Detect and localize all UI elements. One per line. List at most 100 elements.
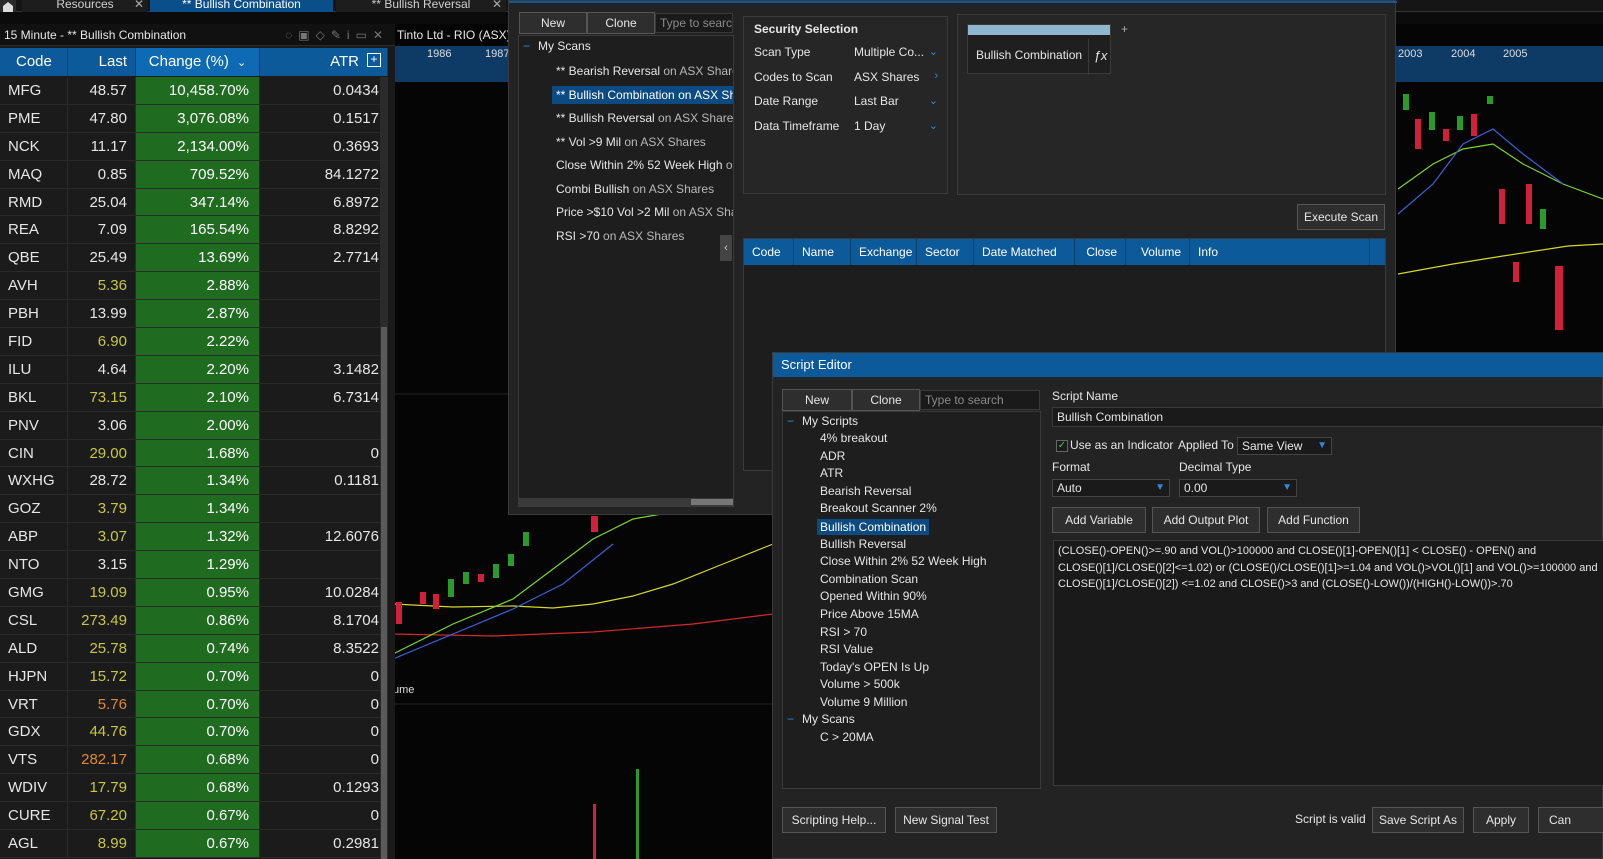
table-row[interactable]: BKL 73.15 2.10% 6.7314 (0, 383, 388, 412)
tree-item-script[interactable]: Bullish Combination (817, 519, 930, 535)
table-row[interactable]: MFG 48.57 10,458.70% 0.0434 (0, 77, 388, 105)
close-icon[interactable]: ✕ (492, 0, 502, 10)
column-header-change[interactable]: Change (%) ⌄ (136, 48, 260, 76)
use-indicator-checkbox[interactable]: ✓ (1056, 440, 1068, 452)
results-column-header[interactable]: Code (744, 239, 794, 265)
tab-resources[interactable]: Resources ✕ (22, 0, 148, 12)
window-icon[interactable]: ▭ (356, 28, 373, 42)
security-field-value[interactable]: Multiple Co... ⌄ (854, 45, 942, 59)
table-row[interactable]: CURE 67.20 0.67% 0 (0, 802, 388, 831)
collapse-icon[interactable]: − (787, 414, 794, 428)
script-code-editor[interactable]: (CLOSE()-OPEN()>=.90 and VOL()>100000 an… (1053, 540, 1603, 786)
tree-item-scan[interactable]: ** Vol >9 Mil on ASX Shares (556, 133, 706, 151)
table-row[interactable]: GMG 19.09 0.95% 10.0284 (0, 579, 388, 607)
table-row[interactable]: PBH 13.99 2.87% (0, 300, 388, 329)
tree-root-my-scans[interactable]: − My Scans (523, 39, 591, 53)
tree-item-script[interactable]: 4% breakout (820, 431, 887, 445)
clone-script-button[interactable]: Clone (852, 389, 920, 411)
results-column-header[interactable]: Info (1190, 239, 1370, 265)
table-row[interactable]: VRT 5.76 0.70% 0 (0, 690, 388, 719)
layers-icon[interactable]: ▣ (298, 28, 315, 42)
home-icon[interactable] (0, 0, 16, 12)
scrollbar-thumb[interactable] (691, 499, 733, 505)
collapse-panel-handle[interactable]: ‹ (720, 235, 732, 261)
decimal-type-select[interactable]: 0.00 ▼ (1179, 479, 1297, 497)
new-signal-test-button[interactable]: New Signal Test (895, 807, 997, 833)
cancel-button[interactable]: Can (1538, 807, 1603, 833)
table-row[interactable]: PME 47.80 3,076.08% 0.1517 (0, 104, 388, 133)
tree-item-script[interactable]: RSI > 70 (820, 625, 867, 639)
table-row[interactable]: QBE 25.49 13.69% 2.7714 (0, 244, 388, 273)
table-row[interactable]: CIN 29.00 1.68% 0 (0, 439, 388, 468)
tree-item-scan[interactable]: Price >$10 Vol >2 Mil on ASX Shares (556, 203, 733, 221)
table-row[interactable]: CSL 273.49 0.86% 8.1704 (0, 606, 388, 635)
table-row[interactable]: PNV 3.06 2.00% (0, 411, 388, 440)
tree-item-script[interactable]: Today's OPEN Is Up (820, 660, 929, 674)
tree-item-scan[interactable]: Combi Bullish on ASX Shares (556, 180, 714, 198)
tree-root-my-scans[interactable]: − My Scans (787, 712, 855, 726)
tree-item-script[interactable]: Volume > 500k (820, 677, 900, 691)
tree-item-script[interactable]: Bullish Reversal (820, 537, 906, 551)
tree-item-script[interactable]: ATR (820, 466, 843, 480)
table-row[interactable]: MAQ 0.85 709.52% 84.1272 (0, 160, 388, 189)
table-row[interactable]: REA 7.09 165.54% 8.8292 (0, 216, 388, 245)
tree-item-script[interactable]: Bearish Reversal (820, 484, 911, 498)
link-icon[interactable]: ◌ (285, 28, 298, 42)
collapse-icon[interactable]: − (523, 39, 530, 53)
tree-item-script[interactable]: ADR (820, 449, 845, 463)
results-column-header[interactable]: Sector (917, 239, 974, 265)
scripting-help-button[interactable]: Scripting Help... (782, 807, 886, 833)
tree-root-my-scripts[interactable]: − My Scripts (787, 414, 858, 428)
tab-bullish-reversal[interactable]: ** Bullish Reversal ✕ (336, 0, 506, 12)
column-header-last[interactable]: Last (68, 48, 136, 76)
scan-search-input[interactable]: Type to search (655, 13, 733, 33)
table-row[interactable]: AGL 8.99 0.67% 0.2981 (0, 830, 388, 858)
tree-item-script[interactable]: RSI Value (820, 642, 873, 656)
tree-item-script[interactable]: Close Within 2% 52 Week High (820, 554, 987, 568)
tree-item-script[interactable]: Price Above 15MA (820, 607, 919, 621)
add-variable-button[interactable]: Add Variable (1052, 507, 1146, 533)
table-row[interactable]: VTS 282.17 0.68% 0 (0, 746, 388, 775)
watchlist-scrollbar[interactable] (380, 77, 388, 859)
scrollbar-thumb[interactable] (381, 327, 387, 859)
close-icon[interactable]: ✕ (373, 28, 389, 42)
fx-icon[interactable]: ƒx (1088, 39, 1112, 75)
table-row[interactable]: RMD 25.04 347.14% 6.8972 (0, 188, 388, 217)
format-select[interactable]: Auto ▼ (1052, 479, 1170, 497)
table-row[interactable]: NTO 3.15 1.29% (0, 551, 388, 580)
tree-item-script[interactable]: Volume 9 Million (820, 695, 907, 709)
script-search-input[interactable]: Type to search (920, 390, 1040, 410)
results-column-header[interactable]: Date Matched (974, 239, 1075, 265)
close-icon[interactable]: ✕ (134, 0, 144, 10)
tree-item-script[interactable]: Breakout Scanner 2% (820, 501, 937, 515)
add-criteria-icon[interactable]: + (1121, 22, 1128, 36)
tree-scrollbar[interactable] (519, 498, 733, 506)
execute-scan-button[interactable]: Execute Scan (1297, 204, 1385, 230)
table-row[interactable]: NCK 11.17 2,134.00% 0.3693 (0, 132, 388, 161)
clone-scan-button[interactable]: Clone (587, 12, 655, 34)
add-column-icon[interactable]: + (367, 53, 381, 67)
apply-button[interactable]: Apply (1473, 807, 1529, 833)
tab-bullish-combination[interactable]: ** Bullish Combination (150, 0, 333, 12)
security-field-value[interactable]: 1 Day ⌄ (854, 119, 942, 133)
table-row[interactable]: ABP 3.07 1.32% 12.6076 (0, 523, 388, 552)
security-field-value[interactable]: ASX Shares › (854, 70, 942, 84)
tree-item-scan[interactable]: ** Bearish Reversal on ASX Shares (556, 62, 733, 80)
table-row[interactable]: ALD 25.78 0.74% 8.3522 (0, 634, 388, 663)
tree-item-script[interactable]: Combination Scan (820, 572, 918, 586)
column-header-code[interactable]: Code (0, 48, 68, 76)
new-scan-button[interactable]: New (519, 12, 587, 34)
security-field-value[interactable]: Last Bar ⌄ (854, 94, 942, 108)
tree-item-scan[interactable]: Close Within 2% 52 Week High on A (556, 156, 733, 174)
collapse-icon[interactable]: − (787, 712, 794, 726)
tree-item-script[interactable]: Opened Within 90% (820, 589, 927, 603)
table-row[interactable]: GOZ 3.79 1.34% (0, 495, 388, 524)
pin-icon[interactable]: ✎ (331, 28, 347, 42)
results-column-header[interactable]: Close (1075, 239, 1126, 265)
info-icon[interactable]: i (347, 28, 356, 42)
table-row[interactable]: FID 6.90 2.22% (0, 328, 388, 356)
add-output-plot-button[interactable]: Add Output Plot (1152, 507, 1260, 533)
table-row[interactable]: WXHG 28.72 1.34% 0.1181 (0, 467, 388, 496)
criteria-card[interactable]: Bullish Combination ƒx (967, 24, 1112, 75)
diamond-icon[interactable]: ◇ (316, 28, 331, 42)
